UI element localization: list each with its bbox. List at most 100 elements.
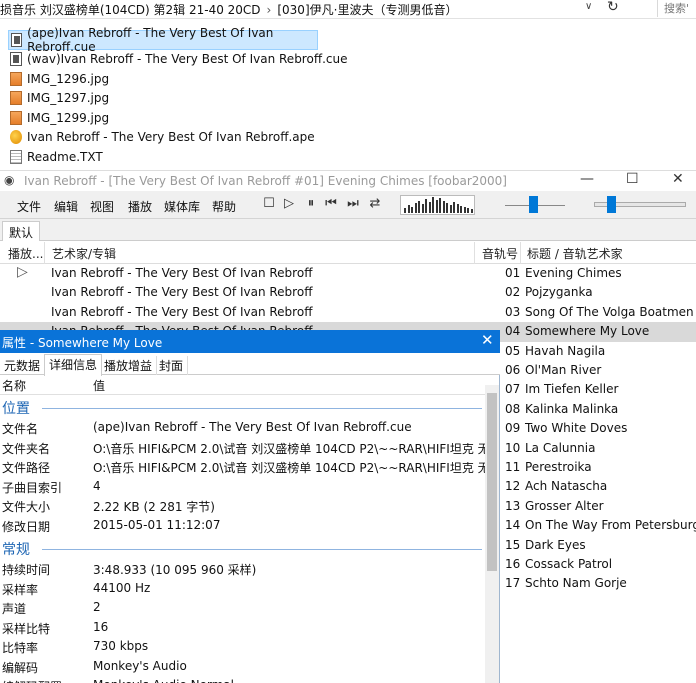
minimize-icon[interactable]: —	[580, 171, 594, 187]
pause-icon[interactable]: ⏸	[304, 197, 318, 211]
file-name: IMG_1299.jpg	[27, 110, 110, 125]
spectrum-bar	[432, 197, 434, 213]
track-title: Dark Eyes	[525, 537, 586, 552]
tab-default-playlist[interactable]: 默认	[2, 221, 41, 241]
spectrum-visualizer	[400, 195, 475, 215]
tab-replaygain[interactable]: 播放增益	[100, 356, 158, 375]
refresh-icon[interactable]: ↻	[607, 0, 619, 15]
volume-handle[interactable]	[607, 196, 616, 213]
menu-view[interactable]: 视图	[90, 198, 114, 215]
track-number: 13	[505, 498, 521, 513]
spectrum-bar	[414, 203, 417, 213]
property-row[interactable]: 采样率 44100 Hz	[0, 579, 486, 599]
track-number: 01	[505, 266, 521, 280]
column-artist-album[interactable]: 艺术家/专辑	[52, 245, 116, 262]
column-divider[interactable]	[474, 242, 475, 264]
property-row[interactable]: 子曲目索引 4	[0, 477, 486, 497]
property-row[interactable]: 修改日期 2015-05-01 11:12:07	[0, 516, 486, 536]
column-divider[interactable]	[44, 242, 45, 264]
foobar-logo-icon: ◉	[4, 173, 15, 187]
file-name: (wav)Ivan Rebroff - The Very Best Of Iva…	[27, 52, 348, 67]
column-title-artist[interactable]: 标题 / 音轨艺术家	[527, 245, 623, 262]
tab-metadata[interactable]: 元数据	[0, 356, 46, 375]
track-title: Kalinka Malinka	[525, 401, 619, 416]
property-row[interactable]: 文件夹名 O:\音乐 HIFI&PCM 2.0\试音 刘汉盛榜单 104CD P2…	[0, 438, 486, 458]
property-value: (ape)Ivan Rebroff - The Very Best Of Iva…	[93, 420, 412, 434]
file-item[interactable]: Ivan Rebroff - The Very Best Of Ivan Reb…	[10, 128, 348, 148]
track-number: 08	[505, 401, 521, 416]
file-item[interactable]: IMG_1297.jpg	[10, 89, 348, 109]
property-group-header[interactable]: 位置	[2, 398, 486, 418]
previous-icon[interactable]: ⏮	[324, 197, 338, 211]
menu-file[interactable]: 文件	[17, 198, 41, 215]
seek-handle[interactable]	[529, 196, 538, 213]
track-title: Perestroika	[525, 460, 592, 474]
search-input[interactable]: 搜索'	[657, 0, 696, 17]
property-row[interactable]: 编解码配置 Monkey's Audio Normal	[0, 676, 486, 683]
menu-help[interactable]: 帮助	[212, 198, 236, 215]
foobar-title-bar[interactable]: ◉ Ivan Rebroff - [The Very Best Of Ivan …	[0, 170, 696, 190]
track-number: 14	[505, 518, 521, 533]
close-icon[interactable]: ✕	[672, 171, 684, 187]
file-name: Ivan Rebroff - The Very Best Of Ivan Reb…	[27, 130, 315, 145]
column-value[interactable]: 值	[93, 377, 488, 394]
next-icon[interactable]: ⏭	[346, 197, 360, 211]
breadcrumb-segment[interactable]: [030]伊凡·里波夫（专测男低音）	[277, 3, 457, 17]
property-row[interactable]: 文件路径 O:\音乐 HIFI&PCM 2.0\试音 刘汉盛榜单 104CD P2…	[0, 457, 486, 477]
stop-icon[interactable]: ☐	[262, 197, 276, 211]
track-number: 06	[505, 363, 521, 377]
track-number: 09	[505, 421, 521, 436]
group-divider	[42, 408, 482, 409]
playlist-row[interactable]: Ivan Rebroff - The Very Best Of Ivan Reb…	[0, 303, 696, 322]
playlist-tabs: 默认	[0, 219, 696, 241]
property-row[interactable]: 文件名 (ape)Ivan Rebroff - The Very Best Of …	[0, 418, 486, 438]
tab-cover[interactable]: 封面	[155, 356, 189, 375]
track-title: Ol'Man River	[525, 363, 602, 377]
dialog-title-bar[interactable]: 属性 - Somewhere My Love ✕	[0, 330, 500, 353]
close-icon[interactable]: ✕	[481, 331, 494, 349]
track-title: Havah Nagila	[525, 343, 606, 358]
track-number: 03	[505, 304, 521, 319]
property-value: 2	[93, 600, 101, 614]
property-row[interactable]: 文件大小 2.22 KB (2 281 字节)	[0, 496, 486, 516]
spectrum-bar	[404, 208, 406, 213]
property-row[interactable]: 比特率 730 kbps	[0, 637, 486, 657]
random-icon[interactable]: ⇄	[368, 197, 382, 211]
track-title: Song Of The Volga Boatmen	[525, 304, 694, 319]
file-item[interactable]: IMG_1296.jpg	[10, 69, 348, 89]
file-item[interactable]: (ape)Ivan Rebroff - The Very Best Of Iva…	[8, 26, 318, 54]
track-number: 11	[505, 460, 521, 474]
menu-library[interactable]: 媒体库	[164, 198, 200, 215]
property-name: 编解码	[2, 660, 39, 675]
chevron-down-icon[interactable]: ∨	[585, 1, 592, 12]
maximize-icon[interactable]: ☐	[626, 171, 639, 187]
column-name[interactable]: 名称	[2, 377, 26, 394]
column-playing[interactable]: 播放...	[8, 245, 43, 262]
property-name: 文件路径	[2, 461, 51, 475]
play-icon[interactable]: ▷	[282, 197, 296, 211]
property-name: 文件大小	[2, 500, 51, 514]
property-group-header[interactable]: 常规	[2, 539, 486, 559]
property-row[interactable]: 声道 2	[0, 598, 486, 618]
file-list: (ape)Ivan Rebroff - The Very Best Of Iva…	[8, 26, 348, 167]
property-row[interactable]: 采样比特 16	[0, 618, 486, 638]
property-row[interactable]: 持续时间 3:48.933 (10 095 960 采样)	[0, 559, 486, 579]
menu-playback[interactable]: 播放	[128, 198, 152, 215]
playlist-row[interactable]: Ivan Rebroff - The Very Best Of Ivan Reb…	[0, 283, 696, 302]
explorer-address-bar[interactable]: 损音乐 刘汉盛榜单(104CD) 第2辑 21-40 20CD › [030]伊凡·…	[0, 0, 696, 19]
column-track-number[interactable]: 音轨号	[482, 245, 518, 262]
track-number: 05	[505, 343, 521, 358]
scrollbar-thumb[interactable]	[487, 393, 497, 571]
breadcrumb-segment[interactable]: 损音乐 刘汉盛榜单(104CD) 第2辑 21-40 20CD	[0, 3, 261, 17]
spectrum-bar	[418, 201, 420, 213]
file-item[interactable]: (wav)Ivan Rebroff - The Very Best Of Iva…	[10, 50, 348, 70]
column-divider[interactable]	[520, 242, 521, 264]
menu-edit[interactable]: 编辑	[54, 198, 78, 215]
spectrum-bar	[453, 202, 455, 213]
breadcrumb[interactable]: 损音乐 刘汉盛榜单(104CD) 第2辑 21-40 20CD › [030]伊凡·…	[0, 1, 457, 18]
property-row[interactable]: 编解码 Monkey's Audio	[0, 657, 486, 677]
file-item[interactable]: Readme.TXT	[10, 147, 348, 167]
tab-details[interactable]: 详细信息	[44, 354, 103, 376]
file-item[interactable]: IMG_1299.jpg	[10, 108, 348, 128]
playlist-row[interactable]: ▷ Ivan Rebroff - The Very Best Of Ivan Re…	[0, 264, 696, 283]
